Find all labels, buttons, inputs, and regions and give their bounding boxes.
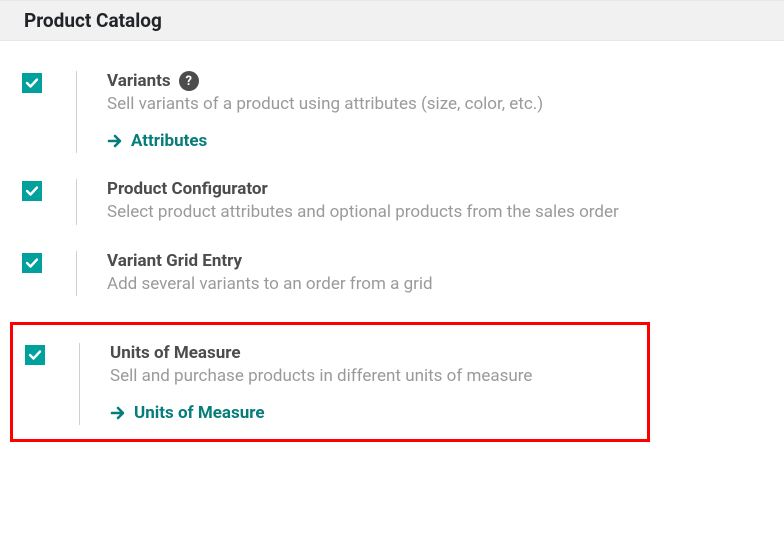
link-label: Attributes [131,131,207,151]
setting-desc-variant-grid-entry: Add several variants to an order from a … [107,273,754,297]
check-icon [28,348,42,362]
setting-content: Variants ? Sell variants of a product us… [107,71,774,153]
divider [76,71,77,153]
section-header: Product Catalog [0,0,784,41]
setting-title-product-configurator: Product Configurator [107,179,268,199]
setting-content: Variant Grid Entry Add several variants … [107,251,774,297]
divider [76,251,77,297]
setting-product-configurator: Product Configurator Select product attr… [10,179,774,225]
checkbox-variant-grid-entry[interactable] [22,253,42,273]
setting-variant-grid-entry: Variant Grid Entry Add several variants … [10,251,774,297]
checkbox-product-configurator[interactable] [22,181,42,201]
highlight-units-of-measure: Units of Measure Sell and purchase produ… [10,322,650,442]
help-icon[interactable]: ? [179,71,199,91]
check-icon [25,76,39,90]
checkbox-units-of-measure[interactable] [25,345,45,365]
link-attributes[interactable]: Attributes [107,131,207,151]
setting-title-units-of-measure: Units of Measure [110,343,241,363]
section-body: Variants ? Sell variants of a product us… [0,41,784,466]
setting-title-variant-grid-entry: Variant Grid Entry [107,251,242,271]
setting-title-row: Variants ? [107,71,754,91]
link-units-of-measure[interactable]: Units of Measure [110,403,265,423]
setting-desc-product-configurator: Select product attributes and optional p… [107,201,754,225]
setting-variants: Variants ? Sell variants of a product us… [10,71,774,153]
settings-page: Product Catalog Variants ? Sell variants… [0,0,784,466]
setting-title-row: Variant Grid Entry [107,251,754,271]
arrow-right-icon [107,133,123,149]
section-title: Product Catalog [24,9,162,32]
setting-desc-units-of-measure: Sell and purchase products in different … [110,365,627,389]
setting-title-row: Product Configurator [107,179,754,199]
arrow-right-icon [110,405,126,421]
setting-desc-variants: Sell variants of a product using attribu… [107,93,754,117]
setting-units-of-measure: Units of Measure Sell and purchase produ… [13,343,647,425]
divider [76,179,77,225]
check-icon [25,256,39,270]
checkbox-variants[interactable] [22,73,42,93]
setting-title-variants: Variants [107,71,171,91]
setting-content: Product Configurator Select product attr… [107,179,774,225]
check-icon [25,184,39,198]
setting-content: Units of Measure Sell and purchase produ… [110,343,647,425]
setting-title-row: Units of Measure [110,343,627,363]
divider [79,343,80,425]
link-label: Units of Measure [134,403,265,423]
